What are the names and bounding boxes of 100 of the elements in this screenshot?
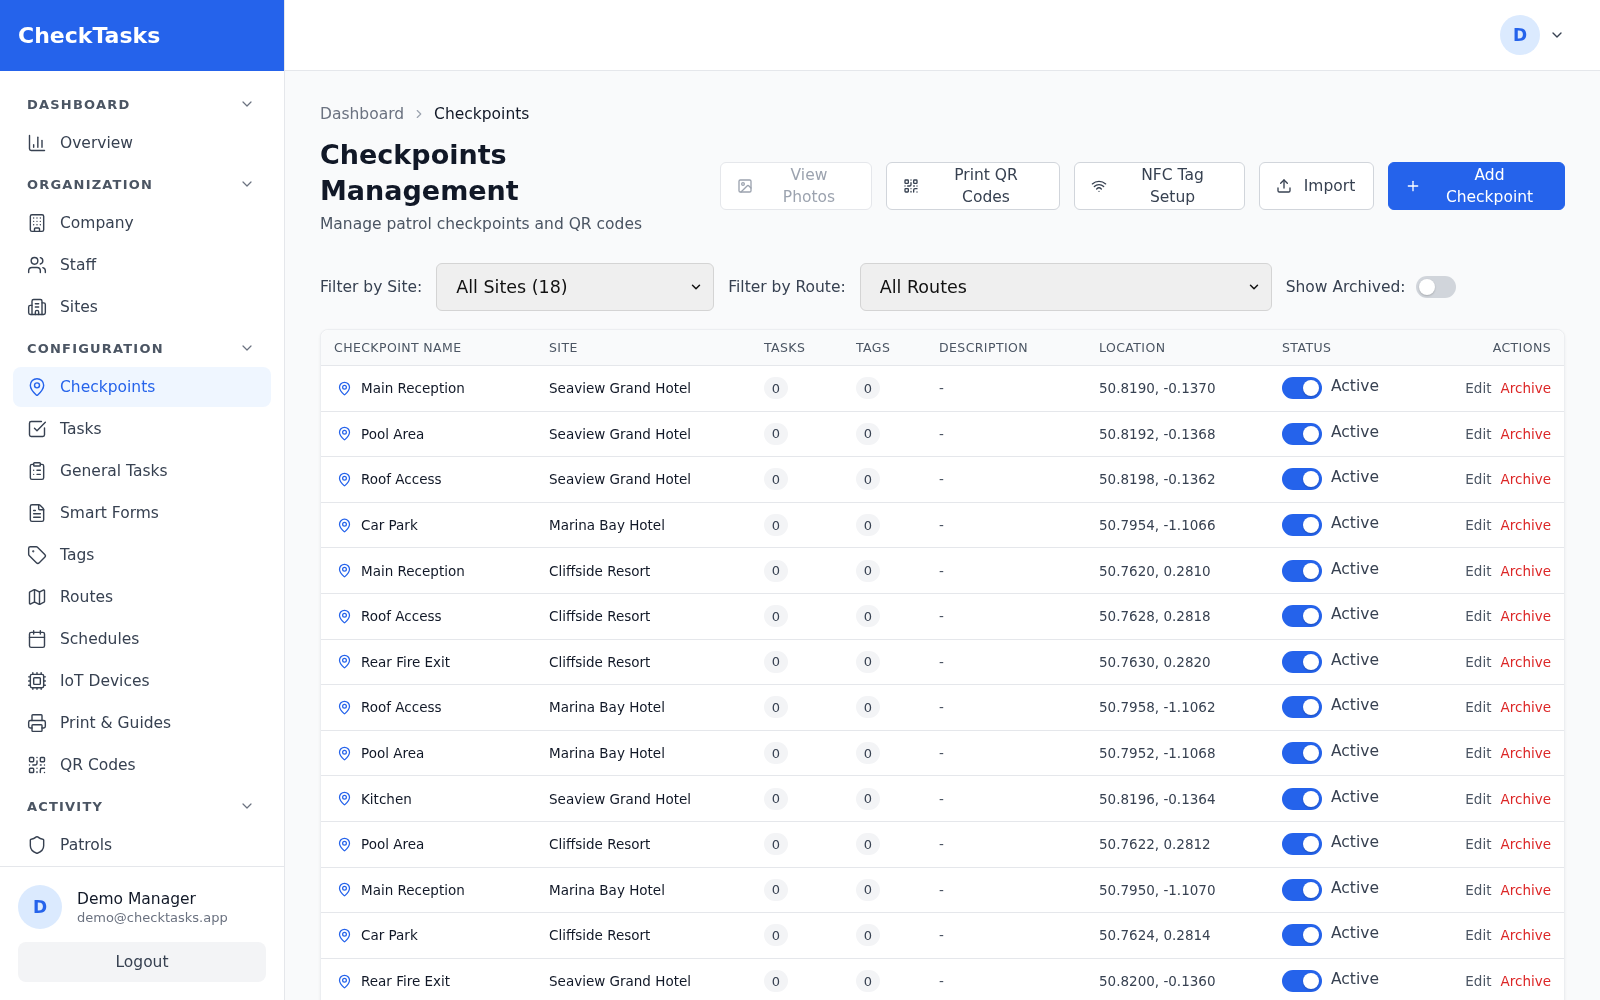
status-toggle[interactable]: [1282, 924, 1322, 947]
edit-link[interactable]: Edit: [1465, 790, 1492, 807]
description-cell: -: [939, 699, 944, 716]
status-toggle[interactable]: [1282, 559, 1322, 582]
nav-item[interactable]: Smart Forms: [13, 493, 271, 533]
status-toggle[interactable]: [1282, 878, 1322, 901]
section-header[interactable]: ACTIVITY: [13, 789, 271, 823]
edit-link[interactable]: Edit: [1465, 653, 1492, 670]
location-cell: 50.7620, 0.2810: [1099, 562, 1211, 579]
edit-link[interactable]: Edit: [1465, 973, 1492, 989]
status-label: Active: [1331, 742, 1379, 761]
archive-link[interactable]: Archive: [1500, 471, 1551, 488]
archive-link[interactable]: Archive: [1500, 562, 1551, 579]
edit-link[interactable]: Edit: [1465, 836, 1492, 853]
status-toggle[interactable]: [1282, 742, 1322, 765]
edit-link[interactable]: Edit: [1465, 927, 1492, 944]
edit-link[interactable]: Edit: [1465, 699, 1492, 716]
nav-item[interactable]: Staff: [13, 245, 271, 285]
nav-item[interactable]: General Tasks: [13, 451, 271, 491]
archive-link[interactable]: Archive: [1500, 517, 1551, 534]
archived-toggle[interactable]: [1415, 276, 1456, 298]
edit-link[interactable]: Edit: [1465, 608, 1492, 625]
column-header: TAGS: [856, 340, 891, 355]
section-header[interactable]: CONFIGURATION: [13, 331, 271, 365]
status-toggle[interactable]: [1282, 468, 1322, 491]
nav-item[interactable]: Checkpoints: [13, 367, 271, 407]
site-cell: Seaview Grand Hotel: [549, 380, 691, 397]
archive-link[interactable]: Archive: [1500, 380, 1551, 397]
nav-item[interactable]: Overview: [13, 123, 271, 163]
section-header[interactable]: DASHBOARD: [13, 87, 271, 121]
nav-item[interactable]: Tags: [13, 535, 271, 575]
clipboard-list-icon: [27, 461, 47, 481]
status-toggle[interactable]: [1282, 787, 1322, 810]
map-pin-icon: [337, 882, 352, 898]
section-header[interactable]: ORGANIZATION: [13, 167, 271, 201]
status-toggle[interactable]: [1282, 970, 1322, 992]
building-icon: [27, 213, 47, 233]
nav-item[interactable]: Tasks: [13, 409, 271, 449]
archive-link[interactable]: Archive: [1500, 790, 1551, 807]
archive-link[interactable]: Archive: [1500, 608, 1551, 625]
tag-count: 0: [856, 468, 880, 491]
qr-code-icon: [903, 178, 919, 194]
toolbar-button[interactable]: Add Checkpoint: [1388, 162, 1565, 210]
route-filter-select[interactable]: All Routes: [859, 263, 1272, 311]
status-toggle[interactable]: [1282, 514, 1322, 537]
filter-label: Filter by Route:: [728, 278, 846, 296]
map-pin-icon: [337, 426, 352, 442]
toolbar-button[interactable]: NFC Tag Setup: [1074, 162, 1245, 210]
nav-item[interactable]: IoT Devices: [13, 661, 271, 701]
archive-link[interactable]: Archive: [1500, 881, 1551, 898]
nav-item[interactable]: Company: [13, 203, 271, 243]
nav-item[interactable]: Routes: [13, 577, 271, 617]
page-subtitle: Manage patrol checkpoints and QR codes: [320, 214, 643, 235]
toolbar-button[interactable]: Import: [1259, 162, 1374, 210]
edit-link[interactable]: Edit: [1465, 380, 1492, 397]
nav-item[interactable]: QR Codes: [13, 745, 271, 785]
logout-button[interactable]: Logout: [18, 942, 266, 982]
tag-count: 0: [856, 742, 880, 765]
status-label: Active: [1331, 468, 1379, 487]
archive-link[interactable]: Archive: [1500, 973, 1551, 989]
map-pin-icon: [27, 377, 47, 397]
site-filter-select[interactable]: All Sites (18): [436, 263, 715, 311]
edit-link[interactable]: Edit: [1465, 562, 1492, 579]
nav-item[interactable]: Schedules: [13, 619, 271, 659]
edit-link[interactable]: Edit: [1465, 471, 1492, 488]
description-cell: -: [939, 881, 944, 898]
breadcrumb-link[interactable]: Dashboard: [320, 105, 405, 123]
app-name: CheckTasks: [18, 23, 161, 48]
status-toggle[interactable]: [1282, 605, 1322, 628]
edit-link[interactable]: Edit: [1465, 745, 1492, 762]
site-cell: Marina Bay Hotel: [549, 881, 665, 898]
map-pin-icon: [337, 836, 352, 852]
nav-item[interactable]: Sites: [13, 287, 271, 327]
task-count: 0: [764, 924, 788, 947]
edit-link[interactable]: Edit: [1465, 425, 1492, 442]
edit-link[interactable]: Edit: [1465, 517, 1492, 534]
user-name: Demo Manager: [77, 889, 197, 908]
tag-count: 0: [856, 650, 880, 673]
site-cell: Cliffside Resort: [549, 653, 651, 670]
archive-link[interactable]: Archive: [1500, 745, 1551, 762]
archive-link[interactable]: Archive: [1500, 653, 1551, 670]
archive-link[interactable]: Archive: [1500, 425, 1551, 442]
nav-item[interactable]: Print & Guides: [13, 703, 271, 743]
nav-item[interactable]: Patrols: [13, 825, 271, 865]
archive-link[interactable]: Archive: [1500, 699, 1551, 716]
checkpoint-name: Car Park: [361, 927, 418, 944]
edit-link[interactable]: Edit: [1465, 881, 1492, 898]
account-avatar[interactable]: D: [1500, 15, 1540, 55]
archive-link[interactable]: Archive: [1500, 927, 1551, 944]
checkpoint-name: Main Reception: [361, 380, 465, 397]
status-toggle[interactable]: [1282, 422, 1322, 445]
status-toggle[interactable]: [1282, 377, 1322, 400]
status-toggle[interactable]: [1282, 650, 1322, 673]
archive-link[interactable]: Archive: [1500, 836, 1551, 853]
status-toggle[interactable]: [1282, 696, 1322, 719]
checkpoint-name: Pool Area: [361, 836, 425, 853]
toolbar-button[interactable]: Print QR Codes: [886, 162, 1060, 210]
status-label: Active: [1331, 833, 1379, 852]
status-toggle[interactable]: [1282, 833, 1322, 856]
location-cell: 50.8190, -0.1370: [1099, 380, 1216, 397]
